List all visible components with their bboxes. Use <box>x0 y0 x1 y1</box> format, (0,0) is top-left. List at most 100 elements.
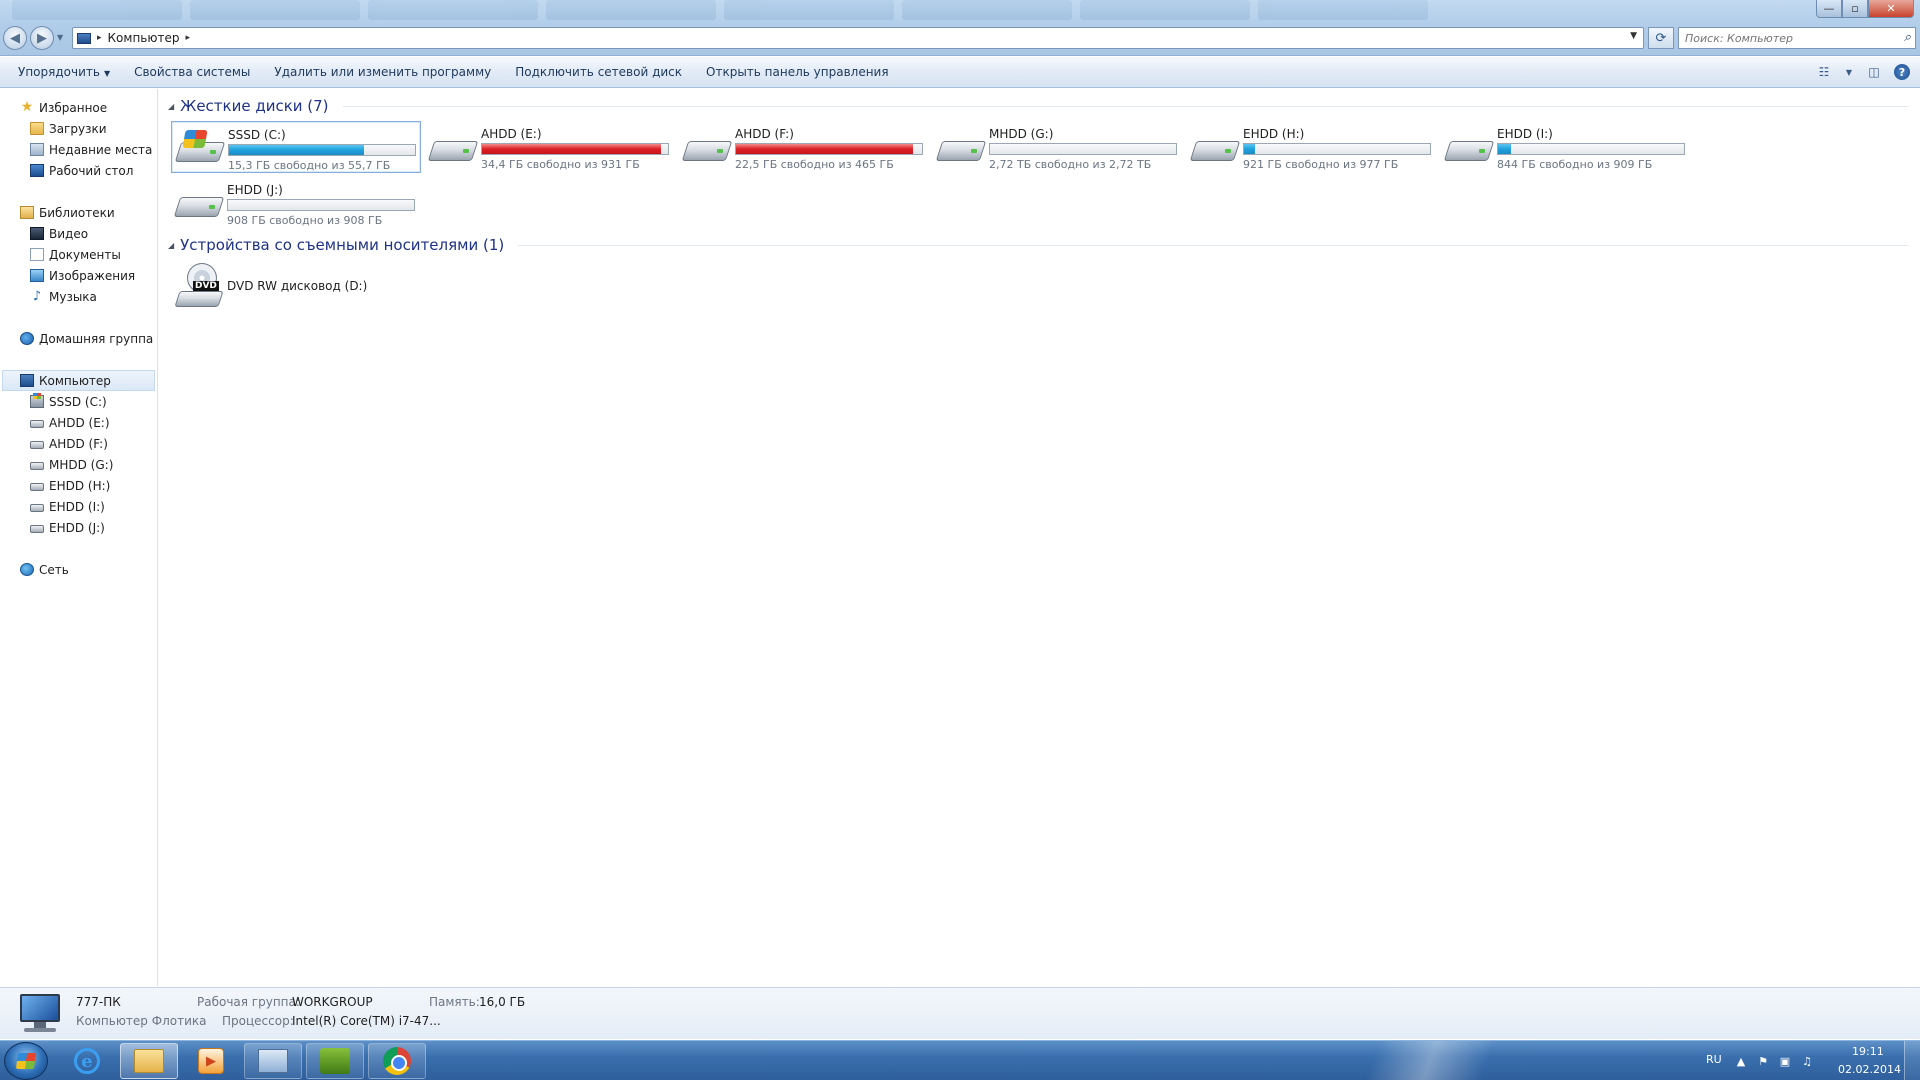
drive-usage-bar <box>989 143 1177 155</box>
search-box[interactable]: ⌕ <box>1678 27 1916 49</box>
view-tools: ☷ ▼ ◫ ? <box>1814 63 1910 81</box>
sidebar-network[interactable]: Сеть <box>0 559 157 580</box>
map-network-drive-button[interactable]: Подключить сетевой диск <box>503 61 694 83</box>
internet-explorer-icon: e <box>74 1048 100 1074</box>
hard-drive-icon <box>30 525 44 533</box>
taskbar-explorer[interactable] <box>120 1043 178 1079</box>
memory-value: 16,0 ГБ <box>479 995 526 1009</box>
taskbar-sheen <box>1300 1041 1560 1080</box>
breadcrumb-separator-icon[interactable]: ▸ <box>97 33 102 43</box>
system-properties-button[interactable]: Свойства системы <box>122 61 262 83</box>
breadcrumb-separator-icon[interactable]: ▸ <box>185 33 190 43</box>
sidebar-item-drive-h[interactable]: EHDD (H:) <box>0 475 157 496</box>
sidebar-item-label: AHDD (E:) <box>49 415 110 430</box>
drive-tile[interactable]: EHDD (I:) 844 ГБ свободно из 909 ГБ <box>1441 121 1691 173</box>
ghost-tab <box>12 0 182 20</box>
close-button[interactable]: ✕ <box>1868 0 1914 18</box>
show-desktop-button[interactable] <box>1904 1041 1920 1080</box>
folder-icon <box>134 1049 164 1073</box>
network-tray-icon[interactable]: ▣ <box>1778 1054 1792 1068</box>
sidebar-item-drive-g[interactable]: MHDD (G:) <box>0 454 157 475</box>
back-button[interactable]: ◀ <box>3 26 27 50</box>
sidebar-item-video[interactable]: Видео <box>0 223 157 244</box>
search-input[interactable] <box>1685 31 1885 45</box>
sidebar-computer[interactable]: Компьютер <box>2 370 155 391</box>
show-hidden-icons-icon[interactable]: ▲ <box>1734 1054 1748 1068</box>
drive-usage-bar <box>735 143 923 155</box>
drive-free-space: 22,5 ГБ свободно из 465 ГБ <box>735 158 894 171</box>
refresh-icon: ⟳ <box>1655 30 1667 46</box>
hard-disks-group-title: Жесткие диски (7) <box>180 97 329 115</box>
sidebar-item-drive-j[interactable]: EHDD (J:) <box>0 517 157 538</box>
taskbar-nvidia[interactable] <box>306 1043 364 1079</box>
maximize-button[interactable]: ▫ <box>1842 0 1868 18</box>
forward-button[interactable]: ▶ <box>30 26 54 50</box>
organize-label: Упорядочить <box>18 65 100 79</box>
sidebar-item-documents[interactable]: Документы <box>0 244 157 265</box>
nvidia-icon <box>320 1048 350 1074</box>
clock-date[interactable]: 02.02.2014 <box>1838 1063 1901 1076</box>
removable-group-header[interactable]: ◢ Устройства со съемными носителями (1) <box>168 236 1908 254</box>
sidebar-item-drive-i[interactable]: EHDD (I:) <box>0 496 157 517</box>
processor-label: Процессор: <box>222 1014 294 1028</box>
drive-free-space: 34,4 ГБ свободно из 931 ГБ <box>481 158 640 171</box>
taskbar-chrome[interactable] <box>368 1043 426 1079</box>
volume-icon[interactable]: ♫ <box>1800 1054 1814 1068</box>
language-indicator[interactable]: RU <box>1706 1053 1722 1066</box>
taskbar-media-player[interactable]: ▶ <box>182 1043 240 1079</box>
drive-tile[interactable]: MHDD (G:) 2,72 ТБ свободно из 2,72 ТБ <box>933 121 1183 173</box>
help-icon[interactable]: ? <box>1894 64 1910 80</box>
search-icon[interactable]: ⌕ <box>1904 30 1911 45</box>
pictures-library-icon <box>30 269 44 282</box>
minimize-button[interactable]: — <box>1816 0 1842 18</box>
sidebar-item-desktop[interactable]: Рабочий стол <box>0 160 157 181</box>
change-view-icon[interactable]: ☷ <box>1814 63 1834 81</box>
sidebar-item-drive-c[interactable]: SSSD (C:) <box>0 391 157 412</box>
open-control-panel-button[interactable]: Открыть панель управления <box>694 61 901 83</box>
sidebar-item-pictures[interactable]: Изображения <box>0 265 157 286</box>
hard-drive-icon <box>681 125 733 169</box>
refresh-button[interactable]: ⟳ <box>1648 27 1674 49</box>
uninstall-program-button[interactable]: Удалить или изменить программу <box>262 61 503 83</box>
collapse-triangle-icon[interactable]: ◢ <box>168 102 174 111</box>
address-bar[interactable]: ▸ Компьютер ▸ ▼ <box>72 27 1644 49</box>
hard-disks-group-header[interactable]: ◢ Жесткие диски (7) <box>168 97 1908 115</box>
action-center-flag-icon[interactable]: ⚑ <box>1756 1054 1770 1068</box>
sidebar-favorites[interactable]: ★ Избранное <box>0 97 157 118</box>
computer-description: Компьютер Флотика <box>76 1014 207 1028</box>
view-options-dropdown-icon[interactable]: ▼ <box>1844 63 1854 81</box>
sidebar-item-downloads[interactable]: Загрузки <box>0 118 157 139</box>
start-button[interactable] <box>4 1042 48 1080</box>
star-icon: ★ <box>20 99 34 115</box>
clock-time[interactable]: 19:11 <box>1852 1045 1884 1058</box>
sidebar-item-label: Недавние места <box>49 142 153 157</box>
drive-tile[interactable]: SSSD (C:) 15,3 ГБ свободно из 55,7 ГБ <box>171 121 421 173</box>
drive-free-space: 908 ГБ свободно из 908 ГБ <box>227 214 383 227</box>
sidebar-item-music[interactable]: ♪ Музыка <box>0 286 157 307</box>
sidebar-item-drive-e[interactable]: AHDD (E:) <box>0 412 157 433</box>
drive-tile[interactable]: EHDD (H:) 921 ГБ свободно из 977 ГБ <box>1187 121 1437 173</box>
recent-pages-dropdown-icon[interactable]: ▼ <box>57 33 63 42</box>
sidebar-item-drive-f[interactable]: AHDD (F:) <box>0 433 157 454</box>
computer-monitor-icon <box>16 994 62 1034</box>
sidebar-homegroup[interactable]: Домашняя группа <box>0 328 157 349</box>
taskbar-internet-explorer[interactable]: e <box>58 1043 116 1079</box>
dvd-drive-tile[interactable]: DVD DVD RW дисковод (D:) <box>171 261 421 313</box>
chevron-down-icon: ▼ <box>103 69 111 78</box>
drive-tile[interactable]: AHDD (F:) 22,5 ГБ свободно из 465 ГБ <box>679 121 929 173</box>
drive-usage-bar <box>228 144 416 156</box>
sidebar-libraries[interactable]: Библиотеки <box>0 202 157 223</box>
preview-pane-icon[interactable]: ◫ <box>1864 63 1884 81</box>
address-dropdown-icon[interactable]: ▼ <box>1630 31 1637 41</box>
drive-tile[interactable]: AHDD (E:) 34,4 ГБ свободно из 931 ГБ <box>425 121 675 173</box>
organize-menu[interactable]: Упорядочить ▼ <box>6 61 122 83</box>
ghost-tab <box>724 0 894 20</box>
collapse-triangle-icon[interactable]: ◢ <box>168 241 174 250</box>
drive-usage-fill <box>736 144 914 154</box>
taskbar-control-panel[interactable] <box>244 1043 302 1079</box>
drive-free-space: 844 ГБ свободно из 909 ГБ <box>1497 158 1653 171</box>
memory-label: Память: <box>429 995 480 1009</box>
drive-tile[interactable]: EHDD (J:) 908 ГБ свободно из 908 ГБ <box>171 177 421 229</box>
sidebar-item-recent-places[interactable]: Недавние места <box>0 139 157 160</box>
breadcrumb-computer[interactable]: Компьютер <box>108 31 180 45</box>
